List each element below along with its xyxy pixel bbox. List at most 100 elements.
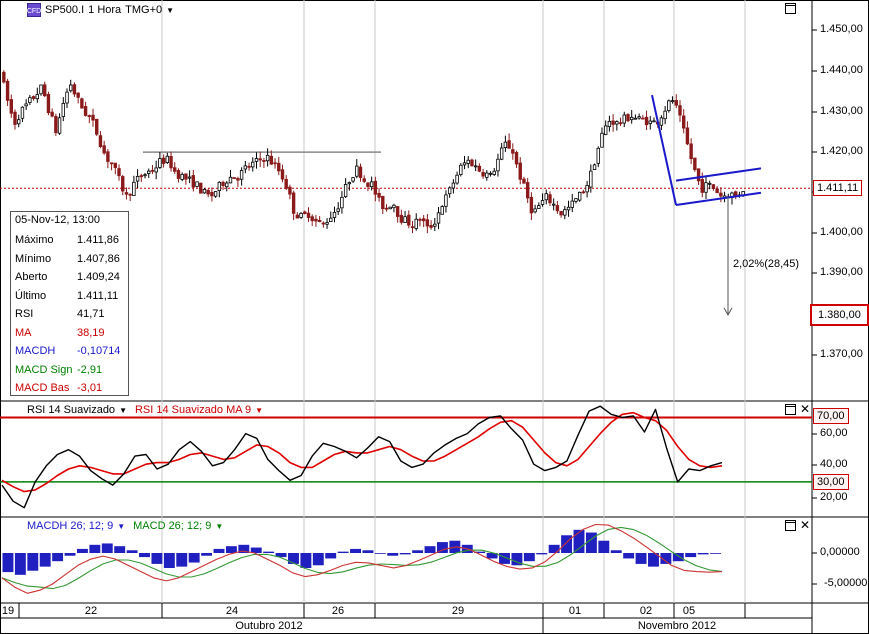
candle (652, 117, 656, 123)
rsi-legend[interactable]: RSI 14 Suavizado ▼ RSI 14 Suavizado MA 9… (27, 404, 263, 416)
chevron-down-icon[interactable]: ▼ (119, 406, 127, 415)
candle (659, 115, 664, 131)
candle-body (507, 140, 511, 149)
candle (195, 181, 199, 188)
candle (459, 163, 463, 177)
candle (414, 213, 418, 231)
maximize-button[interactable] (785, 520, 796, 531)
candle (392, 203, 396, 213)
candle (514, 150, 519, 168)
candle (91, 108, 95, 127)
candle-body (384, 207, 389, 210)
candle-body (340, 196, 344, 209)
candle (273, 158, 277, 169)
macd-hist-bar (89, 544, 101, 553)
candle-body (121, 176, 125, 192)
rsi-lower-band-label: 30,00 (813, 474, 849, 490)
candle (485, 170, 489, 181)
maximize-button[interactable] (785, 404, 796, 415)
macd-hist-bar (585, 532, 597, 553)
candle (433, 217, 437, 232)
candle-body (191, 175, 196, 188)
close-icon[interactable]: ✕ (800, 519, 810, 531)
candle (128, 193, 132, 202)
macd-hist-bar (27, 553, 39, 571)
candle (135, 169, 140, 189)
macd-hist-bar (52, 553, 64, 562)
candle (154, 160, 158, 180)
chevron-down-icon[interactable]: ▼ (255, 406, 263, 415)
candle-body (135, 176, 140, 182)
candle-body (321, 222, 326, 225)
candle (719, 187, 723, 203)
candle (247, 162, 251, 171)
candle-body (652, 120, 656, 123)
candle (670, 96, 675, 104)
candle-body (622, 114, 626, 124)
candle-body (637, 116, 641, 119)
info-label: MA (15, 326, 32, 339)
price-tick: 1.390,00 (820, 266, 863, 278)
candle-body (150, 169, 155, 172)
candle (295, 212, 300, 219)
chart-title[interactable]: CFD SP500.I 1 Hora TMG+0 ▼ (27, 3, 174, 17)
candle (682, 109, 686, 134)
candle (641, 114, 645, 120)
info-label: Último (15, 289, 47, 302)
candle (336, 202, 340, 216)
candle (228, 169, 233, 184)
macd-hist-bar (598, 540, 610, 553)
candle-body (95, 118, 99, 135)
candle-body (91, 114, 95, 121)
macd-hist-bar (710, 553, 721, 554)
candle-body (685, 127, 690, 145)
candle (566, 200, 571, 217)
candle-body (362, 178, 366, 182)
candle (280, 164, 285, 183)
candle (451, 179, 456, 194)
candle (306, 207, 311, 222)
candle (5, 78, 10, 106)
day-label: 26 (331, 605, 345, 617)
candle-body (429, 224, 433, 228)
target-price-label: 1.380,00 (810, 304, 869, 326)
info-row: MACD Sign -2,91 (15, 362, 124, 379)
rsi-tick: 20,00 (820, 491, 848, 503)
candle-body (273, 162, 277, 165)
candle (72, 82, 77, 97)
candle-body (711, 184, 716, 189)
candle (284, 175, 288, 191)
candle-body (418, 218, 422, 221)
candle (518, 157, 522, 185)
macd-hist-bar (101, 543, 113, 553)
candle (477, 163, 482, 173)
candle-body (607, 120, 612, 128)
chevron-down-icon[interactable]: ▼ (166, 6, 174, 15)
close-icon[interactable]: ✕ (800, 403, 810, 415)
candle (180, 172, 184, 182)
maximize-button[interactable] (785, 3, 796, 14)
day-label: 01 (568, 605, 582, 617)
candle-body (80, 98, 84, 109)
candle-body (626, 114, 630, 122)
candle (243, 160, 248, 174)
candle (121, 174, 125, 196)
info-value: -0,10714 (77, 345, 121, 357)
candle (362, 175, 366, 184)
candle-body (83, 106, 88, 116)
candle (288, 184, 292, 200)
chevron-down-icon[interactable]: ▼ (117, 522, 125, 531)
candle-body (473, 165, 478, 168)
candle-body (499, 147, 504, 160)
macd-hist-bar (126, 550, 138, 553)
candle (95, 118, 99, 137)
candle (388, 206, 392, 210)
macd-hist-bar (2, 553, 14, 573)
candle (533, 204, 537, 214)
info-label: Máximo (15, 234, 54, 246)
candle-body (225, 182, 229, 188)
macd-legend[interactable]: MACDH 26; 12; 9 ▼ MACD 26; 12; 9 ▼ (27, 520, 223, 532)
macd-tick: -5,00000 (824, 577, 868, 589)
macd-hist-bar (635, 553, 647, 564)
chevron-down-icon[interactable]: ▼ (215, 522, 223, 531)
